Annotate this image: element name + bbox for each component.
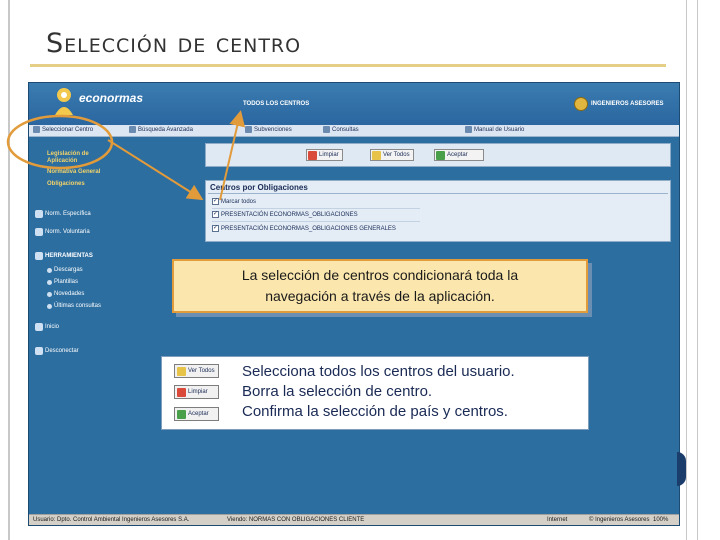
arrow-to-centros-panel [107, 139, 204, 201]
arrow-to-header [219, 110, 246, 201]
highlight-ellipse [6, 114, 114, 170]
annotation-overlay [6, 110, 246, 201]
